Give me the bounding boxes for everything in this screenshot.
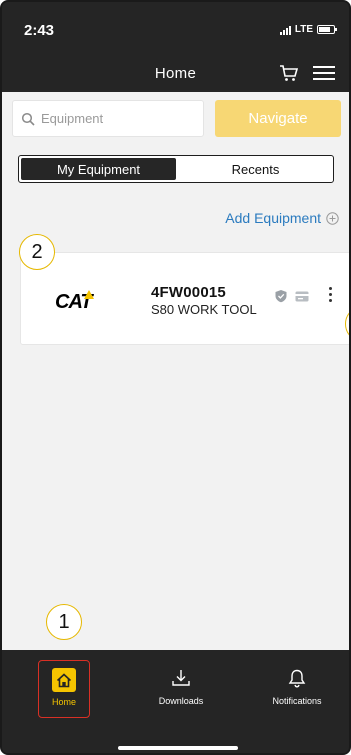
battery-icon xyxy=(317,25,337,34)
network-label: LTE xyxy=(294,24,313,35)
add-equipment-link[interactable]: Add Equipment xyxy=(225,210,339,226)
equipment-toggle: My Equipment Recents xyxy=(18,155,334,183)
callout-marker-2: 2 xyxy=(19,234,55,270)
cat-logo: CAT xyxy=(55,290,94,314)
hamburger-menu-icon[interactable] xyxy=(313,66,335,80)
equipment-search[interactable] xyxy=(12,100,204,137)
bottom-tab-bar: Home Downloads Notifications xyxy=(2,650,349,753)
search-input[interactable] xyxy=(41,111,191,126)
navigate-button[interactable]: Navigate xyxy=(215,100,341,137)
kebab-menu-icon[interactable] xyxy=(329,287,333,303)
status-time: 2:43 xyxy=(24,22,55,39)
home-indicator xyxy=(118,746,238,750)
shield-icon xyxy=(275,290,287,303)
tab-notifications-label: Notifications xyxy=(272,696,322,706)
signal-icon xyxy=(279,25,291,35)
tab-home-label: Home xyxy=(51,697,76,707)
callout-marker-1: 1 xyxy=(46,604,82,640)
bell-icon xyxy=(288,669,306,688)
status-indicators: LTE xyxy=(279,24,337,35)
main-content: Navigate My Equipment Recents Add Equipm… xyxy=(2,92,349,650)
add-equipment-label: Add Equipment xyxy=(225,210,321,226)
tab-downloads-label: Downloads xyxy=(158,696,204,706)
card-icon xyxy=(295,291,309,302)
phone-frame: 2:43 LTE Home Navigate My Equipment Rece… xyxy=(0,0,351,755)
status-bar: 2:43 LTE xyxy=(2,2,349,52)
tab-my-equipment[interactable]: My Equipment xyxy=(21,158,176,180)
home-icon xyxy=(52,668,76,692)
tab-recents[interactable]: Recents xyxy=(178,156,333,182)
tab-notifications[interactable]: Notifications xyxy=(262,668,332,748)
equipment-card[interactable]: CAT 4FW00015 S80 WORK TOOL xyxy=(20,252,349,345)
tab-downloads[interactable]: Downloads xyxy=(148,668,214,748)
equipment-id: 4FW00015 xyxy=(151,284,226,301)
tab-home[interactable]: Home xyxy=(38,660,90,718)
navigation-bar: Home xyxy=(2,52,349,92)
search-icon xyxy=(21,112,35,126)
equipment-model: S80 WORK TOOL xyxy=(151,302,257,317)
plus-circle-icon xyxy=(326,211,339,225)
download-icon xyxy=(172,670,190,686)
cart-icon[interactable] xyxy=(279,64,299,82)
